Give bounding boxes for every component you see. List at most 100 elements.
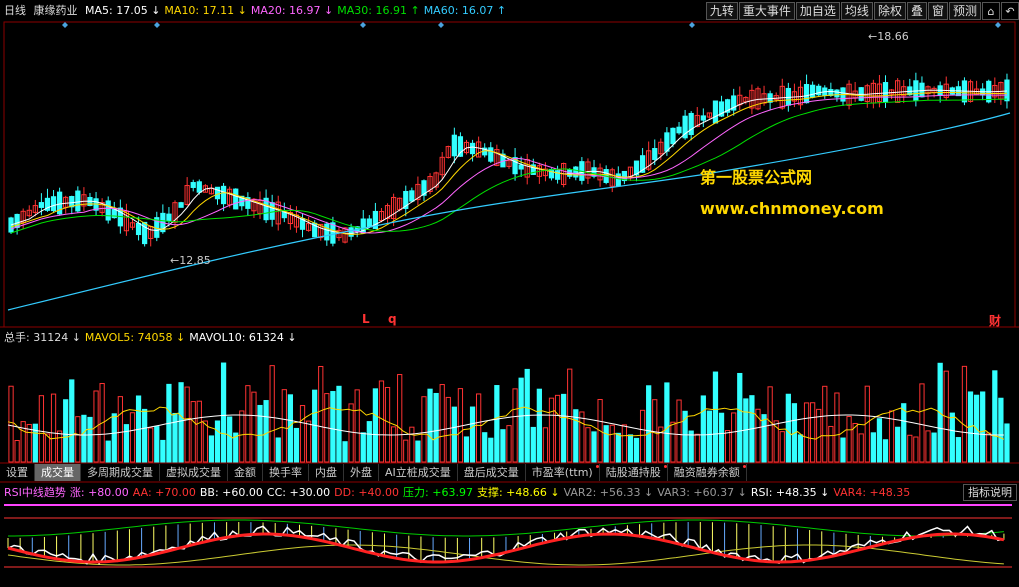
volume-bar [633,437,640,463]
candle-body [670,127,676,145]
volume-bar [251,391,257,463]
indicator-value-0: 涨: +80.00 [69,486,129,499]
volume-bar [160,439,166,463]
volume-bar [342,441,348,463]
volume-bar [117,396,123,463]
volume-bar [530,426,536,463]
candle-body [135,222,142,236]
tab-1[interactable]: 成交量 [35,464,81,481]
volume-bar [305,420,312,463]
candle-body [190,182,196,188]
volume-bar [463,436,470,463]
indicator-name[interactable]: RSI中线趋势 [4,486,66,499]
tab-dot [663,465,667,468]
volume-header: 总手: 31124 ↓ MAVOL5: 74058 ↓ MAVOL10: 61324… [4,331,301,345]
event-diamond-icon [360,22,366,28]
volume-bar [834,392,840,463]
tab-5[interactable]: 换手率 [263,464,309,481]
marker-l[interactable]: L [362,312,370,326]
volume-bar [330,391,336,463]
tab-12[interactable]: 融资融券余额 [668,464,747,481]
tab-8[interactable]: AI立桩成交量 [379,464,458,481]
volume-bar [63,399,69,463]
volume-bar [111,413,117,463]
volume-bar [129,412,136,463]
indicator-help-button[interactable]: 指标说明 [963,484,1017,501]
candle-body [469,142,476,155]
volume-bar [548,397,555,463]
candle-body [803,84,810,104]
volume-bar [476,393,482,463]
volume-bar [263,400,269,463]
volume-bar [378,380,385,463]
volume-bar [810,402,816,463]
volume-bar [275,437,281,463]
volume-bar [919,383,925,463]
volume-bar [245,385,251,463]
candle-body [488,147,494,162]
candle-body [688,112,694,136]
tab-dot [595,465,599,468]
tab-11[interactable]: 陆股通持股 [600,464,668,481]
volume-bar [1004,423,1010,463]
volume-bar [591,431,597,463]
indicator-value-3: CC: +30.00 [266,486,331,499]
watermark-site: 第一股票公式网 [700,168,813,187]
volume-bar [105,440,111,463]
indicator-header: RSI中线趋势 涨: +80.00 AA: +70.00 BB: +60.00 CC: … [4,486,914,500]
tab-3[interactable]: 虚拟成交量 [160,464,228,481]
volume-bar [318,365,324,463]
tab-0[interactable]: 设置 [0,464,35,481]
candle-body [882,82,889,103]
volume-bar [214,420,221,463]
volume-bar [69,379,75,463]
candle-body [330,222,336,244]
volume-bar [955,437,962,463]
tab-6[interactable]: 内盘 [309,464,344,481]
candle-body [281,211,287,219]
volume-bar [688,430,694,463]
high-price-label: ←18.66 [868,30,909,43]
event-diamond-icon [438,22,444,28]
volume-bar [360,432,366,463]
tab-10[interactable]: 市盈率(ttm) [526,464,600,481]
indicator-value-2: BB: +60.00 [199,486,263,499]
watermark-url: www.chnmoney.com [700,199,884,218]
volume-bar [445,396,451,463]
indicator-tabs: 设置 成交量 多周期成交量 虚拟成交量 金额 换手率 内盘 外盘 AI立桩成交量 盘后成交量 市盈率… [0,464,747,481]
volume-bar [366,421,372,463]
candle-body [1004,79,1010,102]
tab-4[interactable]: 金额 [228,464,263,481]
low-value: 12.85 [179,254,211,267]
volume-bar [257,404,263,463]
volume-bar [901,403,907,463]
volume-bar [220,362,227,463]
volume-bar [227,416,233,463]
volume-bar [190,401,196,463]
indicator-value-10: VAR4: +48.35 [833,486,911,499]
volume-bar [269,365,275,463]
candle-body [178,202,184,208]
marker-q[interactable]: q [388,312,397,326]
volume-bar [469,406,476,463]
volume-bar [670,421,676,463]
volume-bar [239,410,245,463]
volume-bar [390,426,397,463]
indicator-value-7: VAR2: +56.33 ↓ [563,486,654,499]
volume-bar [542,427,549,463]
volume-value-0: 总手: 31124 ↓ [4,331,81,344]
candle-body [214,186,221,200]
volume-bar [384,386,391,463]
tab-7[interactable]: 外盘 [344,464,379,481]
candle-body [451,134,457,157]
volume-bar [123,424,130,463]
candle-body [75,190,81,212]
tab-9[interactable]: 盘后成交量 [458,464,526,481]
low-price-label: ←12.85 [170,254,211,267]
tab-2[interactable]: 多周期成交量 [81,464,160,481]
marker-cai[interactable]: 财 [989,312,1001,329]
candle-body [548,168,555,179]
volume-bar [518,377,524,463]
volume-bar [38,395,45,463]
volume-bar [828,425,834,463]
